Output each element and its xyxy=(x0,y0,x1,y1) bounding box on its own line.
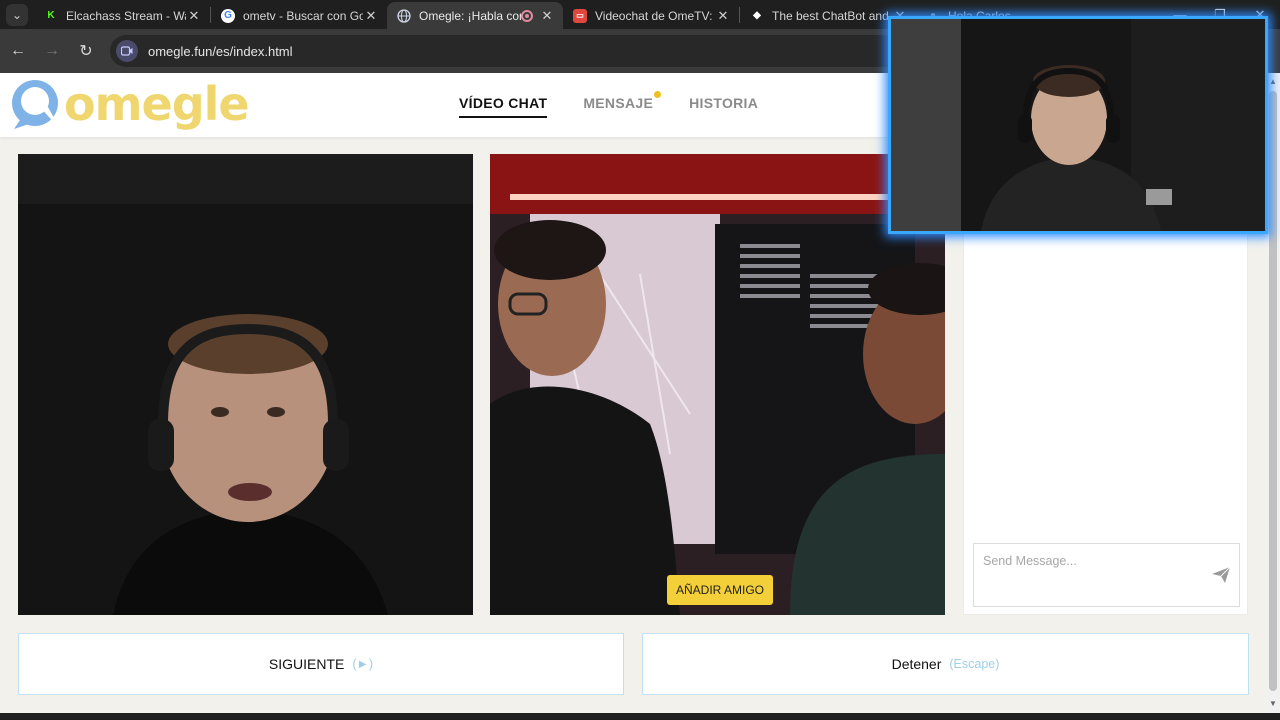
stranger-video-frame xyxy=(490,154,945,615)
close-icon[interactable]: ✕ xyxy=(363,8,379,24)
tab-kick[interactable]: K Elcachass Stream - Wat ✕ xyxy=(34,2,210,29)
back-button[interactable]: ← xyxy=(2,35,34,67)
reload-button[interactable]: ↻ xyxy=(70,35,102,67)
page-scrollbar[interactable]: ▲ ▼ xyxy=(1266,73,1280,713)
tab-search-dropdown[interactable]: ⌄ xyxy=(0,0,34,29)
stop-label: Detener xyxy=(891,656,942,672)
url-text: omegle.fun/es/index.html xyxy=(148,43,293,59)
globe-icon xyxy=(397,8,411,23)
nav-messages[interactable]: MENSAJE xyxy=(583,91,662,118)
close-icon[interactable]: ✕ xyxy=(715,8,731,24)
stranger-video: AÑADIR AMIGO xyxy=(490,154,945,615)
stop-shortcut-hint: (Escape) xyxy=(949,657,1000,671)
chevron-down-icon: ⌄ xyxy=(6,3,28,26)
message-input[interactable]: Send Message... xyxy=(973,543,1240,607)
local-video xyxy=(18,154,473,615)
notification-dot xyxy=(654,91,662,98)
nav-messages-label: MENSAJE xyxy=(583,95,654,111)
stop-button[interactable]: Detener (Escape) xyxy=(642,633,1249,695)
address-bar[interactable]: omegle.fun/es/index.html xyxy=(110,35,970,67)
next-button[interactable]: SIGUIENTE (►) xyxy=(18,633,624,695)
recording-icon xyxy=(521,9,533,22)
scroll-up-icon[interactable]: ▲ xyxy=(1266,75,1280,89)
close-icon[interactable]: ✕ xyxy=(539,8,555,24)
arrow-left-icon: ← xyxy=(10,42,26,59)
send-icon[interactable] xyxy=(1211,566,1231,584)
next-label: SIGUIENTE xyxy=(268,656,345,672)
tab-google-search[interactable]: G ometv - Buscar con Go ✕ xyxy=(211,2,387,29)
streamer-webcam-overlay xyxy=(888,16,1268,234)
tab-title: Videochat de OmeTV: u xyxy=(595,8,715,23)
diamond-icon: ◆ xyxy=(753,10,761,21)
tab-ometv[interactable]: ▭ Videochat de OmeTV: u ✕ xyxy=(563,2,739,29)
main-nav: VÍDEO CHAT MENSAJE HISTORIA xyxy=(459,91,758,118)
nav-video-chat[interactable]: VÍDEO CHAT xyxy=(459,95,548,118)
local-video-frame xyxy=(18,154,473,615)
message-placeholder: Send Message... xyxy=(983,554,1077,568)
tab-title: The best ChatBot and V xyxy=(772,8,892,23)
tab-title: Omegle: ¡Habla con xyxy=(419,8,521,23)
site-logo[interactable]: omegle xyxy=(8,77,250,131)
nav-history[interactable]: HISTORIA xyxy=(689,95,758,118)
arrow-right-icon: → xyxy=(44,42,60,59)
forward-button[interactable]: → xyxy=(36,35,68,67)
taskbar-edge xyxy=(0,713,1280,720)
tab-title: ometv - Buscar con Go xyxy=(243,8,363,23)
scroll-down-icon[interactable]: ▼ xyxy=(1266,697,1280,711)
close-icon[interactable]: ✕ xyxy=(186,8,202,24)
next-shortcut-hint: (►) xyxy=(352,657,374,671)
add-friend-button[interactable]: AÑADIR AMIGO xyxy=(667,575,774,605)
logo-wordmark: omegle xyxy=(64,77,250,131)
site-info-icon[interactable] xyxy=(116,40,138,62)
scrollbar-thumb[interactable] xyxy=(1269,91,1277,691)
kick-icon: K xyxy=(47,10,55,21)
omegle-logo-icon xyxy=(8,77,62,131)
google-icon: G xyxy=(221,8,235,23)
tab-omegle[interactable]: Omegle: ¡Habla con ✕ xyxy=(387,2,563,29)
tab-title: Elcachass Stream - Wat xyxy=(66,8,186,23)
streamer-webcam-frame xyxy=(891,19,1265,231)
tv-icon: ▭ xyxy=(573,8,587,23)
reload-icon: ↻ xyxy=(79,43,93,60)
